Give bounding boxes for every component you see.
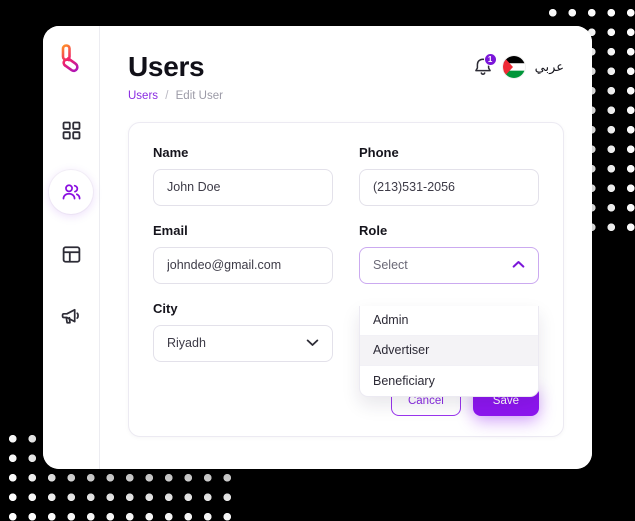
chevron-up-icon (512, 258, 525, 272)
field-role: Role Select Admin Advertiser Beneficiary (359, 222, 539, 397)
role-label: Role (359, 222, 388, 238)
role-option-label: Admin (373, 313, 409, 328)
breadcrumb-separator: / (165, 89, 169, 102)
title-block: Users Users / Edit User (128, 51, 223, 102)
field-phone: Phone (359, 145, 539, 206)
page-title: Users (128, 51, 205, 82)
field-name: Name (153, 145, 333, 206)
notification-badge: 1 (483, 53, 497, 66)
name-label: Name (153, 144, 189, 160)
notification-bell-button[interactable]: 1 (473, 53, 497, 81)
edit-user-form-card: Name Phone Email Role Select (128, 121, 564, 437)
brand-logo[interactable] (56, 44, 86, 78)
role-option-beneficiary[interactable]: Beneficiary (360, 366, 538, 396)
role-options-menu: Admin Advertiser Beneficiary (359, 305, 539, 397)
chevron-down-icon (306, 336, 319, 350)
megaphone-icon (61, 306, 81, 326)
users-icon (61, 182, 82, 203)
field-email: Email (153, 223, 333, 284)
bell-icon (473, 58, 493, 81)
header-actions: 1 عربي (473, 52, 564, 78)
sidebar-item-users[interactable] (49, 170, 93, 214)
breadcrumb-current: Edit User (175, 89, 223, 102)
breadcrumb-link-users[interactable]: Users (128, 90, 158, 102)
palestine-flag-icon[interactable] (502, 56, 525, 78)
grid-dashboard-icon (62, 121, 81, 140)
role-option-admin[interactable]: Admin (360, 306, 538, 336)
name-input[interactable] (153, 168, 333, 206)
language-toggle-label[interactable]: عربي (535, 59, 564, 75)
role-option-label: Advertiser (373, 343, 430, 358)
content-pane: Users Users / Edit User 1 عربي Name John… (99, 26, 592, 469)
screen-root: Users Users / Edit User 1 عربي Name John… (0, 0, 635, 521)
city-selected-value: Riyadh (167, 336, 206, 351)
sidebar-item-layout[interactable] (49, 232, 93, 276)
layout-panel-icon (62, 245, 81, 264)
city-select-trigger[interactable]: Riyadh (153, 324, 333, 362)
page-header: Users Users / Edit User 1 عربي (128, 51, 564, 102)
city-label: City (153, 300, 178, 316)
role-option-advertiser[interactable]: Advertiser (360, 335, 538, 366)
app-window: Users Users / Edit User 1 عربي Name John… (43, 26, 592, 469)
form-grid: Name Phone Email Role Select (153, 145, 539, 397)
phone-label: Phone (359, 144, 399, 160)
field-city: City Riyadh (153, 301, 333, 362)
email-input[interactable] (153, 246, 333, 284)
email-label: Email (153, 222, 188, 238)
breadcrumb: Users / Edit User (128, 90, 223, 102)
phone-input[interactable] (359, 168, 539, 206)
role-option-label: Beneficiary (373, 373, 435, 388)
role-selected-value: Select (373, 258, 408, 273)
sidebar-item-dashboard[interactable] (49, 108, 93, 152)
sidebar (43, 26, 99, 469)
sidebar-item-campaigns[interactable] (49, 294, 93, 338)
role-select-trigger[interactable]: Select (359, 246, 539, 284)
